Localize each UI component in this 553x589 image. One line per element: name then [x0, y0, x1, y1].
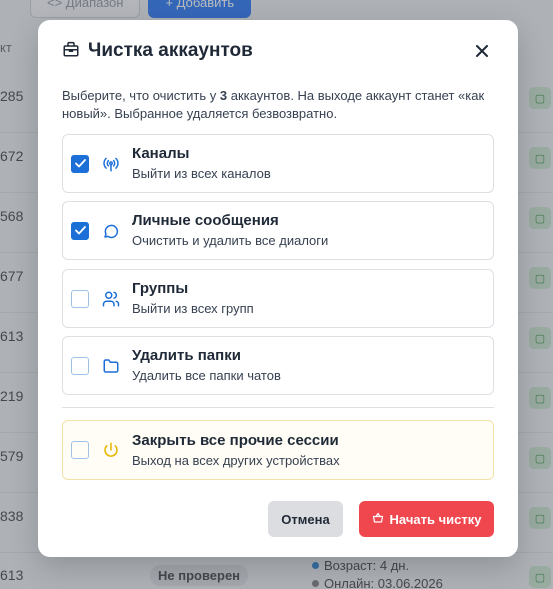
option-text: Закрыть все прочие сессии Выход на всех …: [132, 432, 340, 469]
option-title: Удалить папки: [132, 347, 241, 364]
checkbox-close-sessions[interactable]: [71, 441, 89, 459]
option-subtitle: Очистить и удалить все диалоги: [132, 233, 329, 248]
broadcast-icon: [101, 154, 121, 174]
modal-header: Чистка аккаунтов: [62, 20, 494, 82]
basket-icon: [372, 512, 384, 527]
description-prefix: Выберите, что очистить у: [62, 88, 220, 103]
modal-title: Чистка аккаунтов: [88, 40, 253, 61]
option-title: Личные сообщения: [132, 212, 279, 229]
option-subtitle: Выход на всех других устройствах: [132, 452, 340, 468]
option-groups[interactable]: Группы Выйти из всех групп: [62, 269, 494, 328]
option-subtitle: Выйти из всех каналов: [132, 166, 271, 181]
checkbox-direct-messages[interactable]: [71, 221, 89, 240]
option-direct-messages[interactable]: Личные сообщения Очистить и удалить все …: [62, 201, 494, 260]
option-text: Удалить папки Удалить все папки чатов: [132, 347, 281, 384]
option-text: Группы Выйти из всех групп: [132, 280, 254, 317]
option-close-sessions[interactable]: Закрыть все прочие сессии Выход на всех …: [62, 420, 494, 480]
checkbox-delete-folders[interactable]: [71, 356, 89, 375]
toolbox-icon: [62, 40, 80, 63]
users-icon: [101, 289, 121, 309]
cleanup-modal: Чистка аккаунтов Выберите, что очистить …: [38, 20, 518, 557]
cancel-button[interactable]: Отмена: [268, 501, 343, 537]
close-icon[interactable]: [470, 39, 494, 63]
option-subtitle: Выйти из всех групп: [132, 301, 254, 316]
folder-icon: [101, 356, 121, 376]
option-title: Закрыть все прочие сессии: [132, 431, 339, 449]
start-cleanup-label: Начать чистку: [389, 511, 482, 527]
checkbox-groups[interactable]: [71, 289, 89, 308]
option-text: Каналы Выйти из всех каналов: [132, 145, 271, 182]
chat-bubble-icon: [101, 221, 121, 241]
option-delete-folders[interactable]: Удалить папки Удалить все папки чатов: [62, 336, 494, 395]
option-channels[interactable]: Каналы Выйти из всех каналов: [62, 134, 494, 193]
option-subtitle: Удалить все папки чатов: [132, 368, 281, 383]
checkbox-channels[interactable]: [71, 154, 89, 173]
modal-description: Выберите, что очистить у 3 аккаунтов. На…: [62, 87, 494, 123]
option-text: Личные сообщения Очистить и удалить все …: [132, 212, 328, 249]
option-title: Каналы: [132, 145, 190, 162]
start-cleanup-button[interactable]: Начать чистку: [359, 501, 494, 537]
divider: [62, 407, 494, 408]
power-icon: [101, 440, 121, 460]
option-title: Группы: [132, 280, 189, 297]
